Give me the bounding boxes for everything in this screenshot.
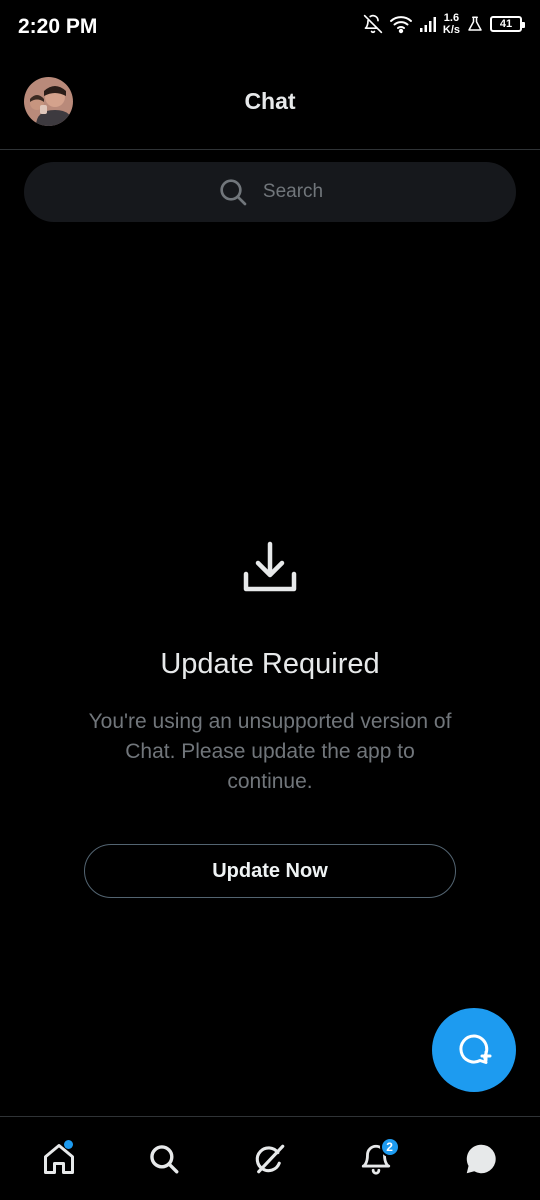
- new-message-button[interactable]: [432, 1008, 516, 1092]
- nav-search[interactable]: [134, 1129, 194, 1189]
- battery-indicator: 41: [490, 16, 525, 32]
- update-title: Update Required: [160, 648, 380, 680]
- nav-notifications[interactable]: 2: [346, 1129, 406, 1189]
- chat-bubble-icon: [466, 1144, 496, 1173]
- wifi-icon: [389, 16, 412, 34]
- flask-icon: [468, 16, 482, 31]
- nav-home[interactable]: [29, 1129, 89, 1189]
- search-placeholder: Search: [262, 181, 324, 202]
- signal-icon: [419, 17, 436, 32]
- new-chat-icon: [459, 1034, 492, 1064]
- network-speed-unit: K/s: [442, 24, 460, 36]
- notifications-off-icon: [363, 14, 383, 34]
- network-speed-value: 1.6: [443, 12, 460, 24]
- search-icon: [220, 179, 247, 206]
- update-message: You're using an unsupported version of C…: [88, 710, 452, 793]
- update-now-button[interactable]: Update Now: [84, 844, 456, 898]
- status-icons: 1.6 K/s 41: [363, 12, 525, 36]
- notification-count-badge: 2: [379, 1136, 400, 1157]
- nav-chat[interactable]: [451, 1129, 511, 1189]
- bottom-nav: 2: [0, 1116, 540, 1200]
- grok-icon: [255, 1144, 285, 1173]
- app-header: Chat: [0, 56, 540, 150]
- network-speed: 1.6 K/s: [443, 12, 460, 36]
- download-icon: [243, 541, 297, 592]
- status-bar: 2:20 PM 1.6 K/s 41: [0, 0, 540, 56]
- nav-grok[interactable]: [240, 1129, 300, 1189]
- home-unread-dot: [63, 1139, 73, 1149]
- search-icon: [150, 1144, 179, 1173]
- status-time: 2:20 PM: [18, 15, 98, 38]
- update-required-panel: Update Required You're using an unsuppor…: [0, 538, 540, 898]
- page-title: Chat: [244, 88, 296, 114]
- search-input[interactable]: Search: [24, 162, 516, 222]
